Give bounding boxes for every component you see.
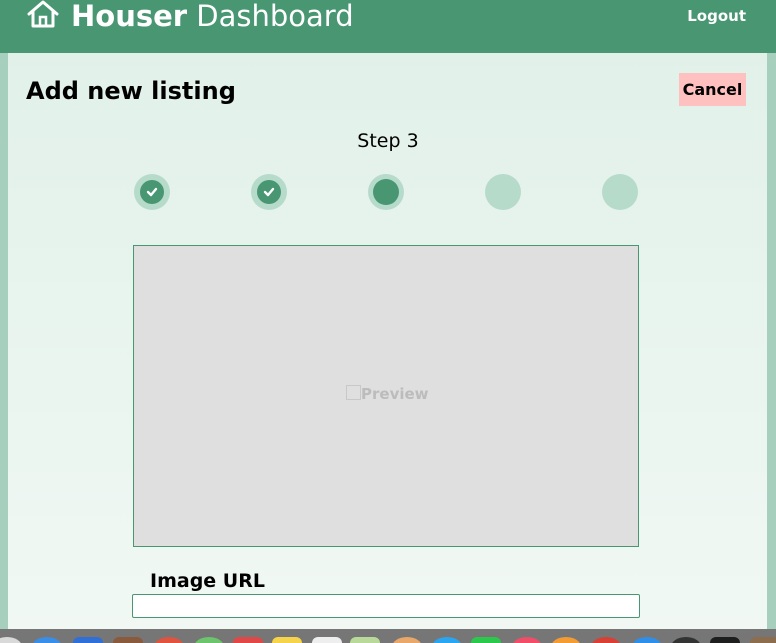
page-title: Add new listing (26, 77, 236, 105)
reminders-icon[interactable] (312, 637, 342, 643)
mail-icon[interactable] (73, 637, 103, 643)
macos-dock (0, 629, 776, 643)
image-url-label: Image URL (150, 570, 265, 592)
app-header: Houser Dashboard Logout (0, 0, 776, 53)
step-indicator-3[interactable] (368, 174, 404, 210)
logout-link[interactable]: Logout (687, 6, 746, 26)
preview-label: Preview (361, 385, 429, 403)
app-icon[interactable] (113, 637, 143, 643)
step-indicator-4[interactable] (485, 174, 521, 210)
terminal-icon[interactable] (710, 637, 740, 643)
image-url-input[interactable] (132, 594, 640, 618)
calendar-icon[interactable] (233, 637, 263, 643)
image-preview: Preview (133, 245, 639, 547)
itunes-icon[interactable] (512, 637, 542, 643)
step-indicator-2[interactable] (251, 174, 287, 210)
house-icon[interactable] (26, 0, 60, 30)
app-title-suffix: Dashboard (196, 0, 354, 33)
safari-icon[interactable] (32, 637, 62, 643)
app-icon[interactable] (632, 637, 662, 643)
chrome-icon[interactable] (154, 637, 184, 643)
notes-icon[interactable] (272, 637, 302, 643)
messages-icon[interactable] (471, 637, 501, 643)
maps-icon[interactable] (194, 637, 224, 643)
appstore-icon[interactable] (432, 637, 462, 643)
step-indicator-1[interactable] (134, 174, 170, 210)
ibooks-icon[interactable] (551, 637, 581, 643)
finder-icon[interactable] (0, 637, 22, 643)
app-title: Houser Dashboard (71, 0, 354, 36)
check-icon (263, 187, 275, 197)
step-indicator-5[interactable] (602, 174, 638, 210)
clock-icon[interactable] (671, 637, 701, 643)
preview-icon[interactable] (350, 637, 380, 643)
app-icon[interactable] (591, 637, 621, 643)
step-label: Step 3 (357, 130, 419, 152)
broken-image-icon (346, 385, 361, 400)
check-icon (146, 187, 158, 197)
cancel-button[interactable]: Cancel (679, 73, 746, 106)
app-icon[interactable] (750, 637, 776, 643)
photos-icon[interactable] (392, 637, 422, 643)
app-title-brand: Houser (71, 0, 188, 33)
preview-alt-text: Preview (346, 385, 429, 403)
